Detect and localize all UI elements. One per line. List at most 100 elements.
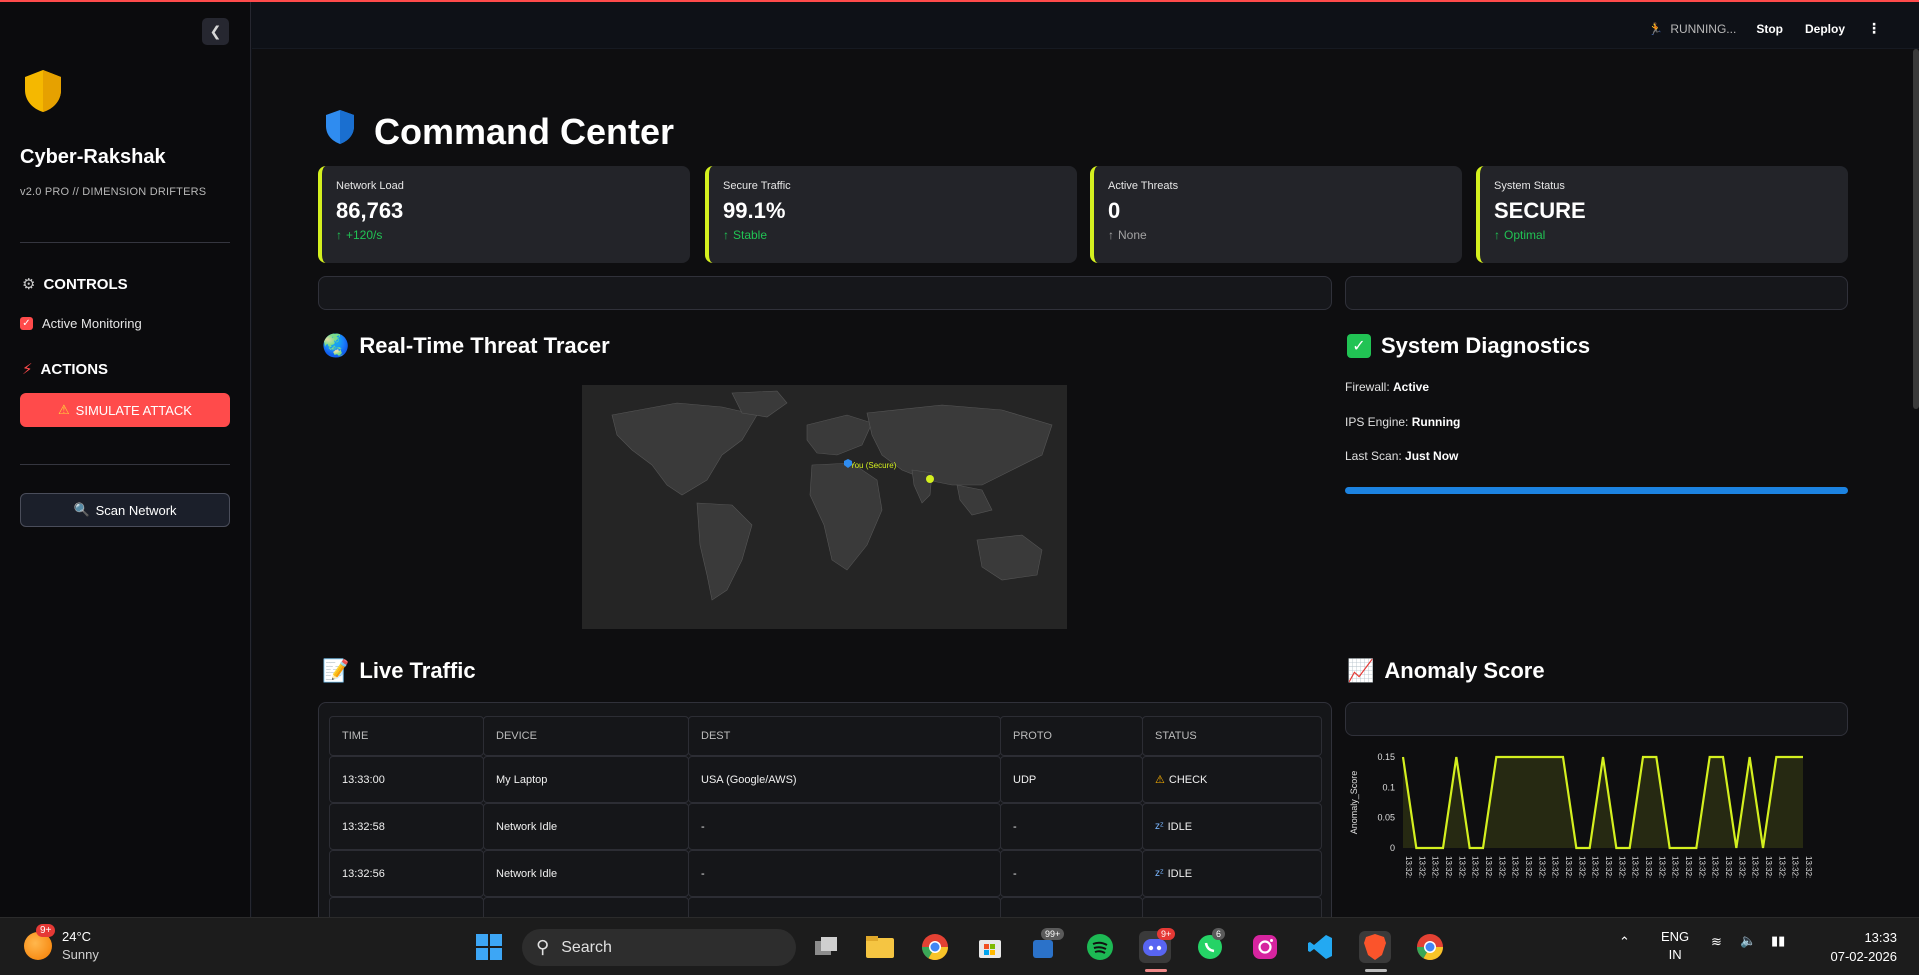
metric-network-load: Network Load 86,763 ↑ +120/s bbox=[318, 166, 690, 263]
deploy-button[interactable]: Deploy bbox=[1805, 22, 1845, 36]
x-tick-label: 13:32: bbox=[1577, 856, 1586, 878]
x-tick-label: 13:32: bbox=[1417, 856, 1426, 878]
arrow-up-icon: ↑ bbox=[723, 228, 729, 242]
x-tick-label: 13:32: bbox=[1764, 856, 1773, 878]
search-icon: ⚲ bbox=[536, 937, 550, 957]
task-view-icon[interactable] bbox=[810, 931, 842, 963]
magnifier-icon: 🔍 bbox=[73, 502, 90, 517]
chart-increasing-icon: 📈 bbox=[1347, 658, 1375, 683]
page-title-text: Command Center bbox=[374, 110, 675, 152]
x-tick-label: 13:32: bbox=[1697, 856, 1706, 878]
microsoft-store-icon[interactable] bbox=[974, 931, 1006, 963]
chevron-up-icon[interactable]: ⌃ bbox=[1619, 934, 1630, 950]
spotify-icon[interactable] bbox=[1084, 931, 1116, 963]
table-row[interactable]: 13:32:58 Network Idle - - zᶻ IDLE bbox=[329, 803, 1323, 850]
diag-key: Last Scan: bbox=[1345, 449, 1402, 463]
diag-key: IPS Engine: bbox=[1345, 415, 1409, 429]
empty-container bbox=[318, 276, 1332, 310]
battery-icon[interactable]: ▮▮ bbox=[1771, 933, 1785, 949]
cell-proto: - bbox=[1000, 850, 1143, 897]
simulate-attack-button[interactable]: ⚠ SIMULATE ATTACK bbox=[20, 393, 230, 427]
anomaly-heading-text: Anomaly Score bbox=[1384, 658, 1545, 683]
anomaly-chart[interactable]: Anomaly_Score 0.15 0.1 0.05 0 13:32: 13:32: 13:… bbox=[1345, 747, 1855, 917]
diagnostics-progress-bar bbox=[1345, 487, 1848, 494]
file-explorer-icon[interactable] bbox=[864, 931, 896, 963]
controls-heading-text: CONTROLS bbox=[43, 275, 128, 293]
column-header[interactable]: TIME bbox=[329, 716, 484, 756]
metric-value: 0 bbox=[1108, 198, 1121, 223]
cell-device: My Laptop bbox=[483, 756, 689, 803]
cell-status bbox=[1142, 897, 1322, 917]
diagnostics-heading-text: System Diagnostics bbox=[1381, 333, 1591, 358]
chrome-icon[interactable] bbox=[919, 931, 951, 963]
arrow-up-icon: ↑ bbox=[336, 228, 342, 242]
system-clock[interactable]: 13:33 07-02-2026 bbox=[1831, 928, 1898, 966]
actions-heading-text: ACTIONS bbox=[40, 360, 109, 378]
sun-icon: 9+ bbox=[24, 924, 56, 960]
column-header[interactable]: DEST bbox=[688, 716, 1001, 756]
scan-network-button[interactable]: 🔍 Scan Network bbox=[20, 493, 230, 527]
metric-active-threats: Active Threats 0 ↑ None bbox=[1090, 166, 1462, 263]
scrollbar[interactable] bbox=[1913, 49, 1919, 409]
running-status-text: RUNNING... bbox=[1670, 21, 1737, 36]
x-tick-label: 13:32: bbox=[1564, 856, 1573, 878]
warning-icon: ⚠ bbox=[58, 402, 70, 417]
diag-firewall: Firewall: Active bbox=[1345, 380, 1429, 394]
running-person-icon: 🏃 bbox=[1648, 21, 1664, 36]
x-tick-label: 13:32: bbox=[1711, 856, 1720, 878]
main-content: Command Center Network Load 86,763 ↑ +120… bbox=[252, 49, 1919, 917]
weather-widget[interactable]: 9+ 24°C Sunny bbox=[24, 924, 99, 964]
scan-network-label: Scan Network bbox=[95, 502, 177, 518]
search-placeholder: Search bbox=[561, 938, 612, 956]
weather-badge: 9+ bbox=[36, 924, 56, 937]
metric-value: 86,763 bbox=[336, 198, 404, 223]
metric-label: Network Load bbox=[336, 180, 404, 192]
diag-value: Active bbox=[1393, 380, 1430, 394]
vscode-icon[interactable] bbox=[1304, 931, 1336, 963]
column-header[interactable]: STATUS bbox=[1142, 716, 1322, 756]
diag-key: Firewall: bbox=[1345, 380, 1390, 394]
sleep-icon: zᶻ bbox=[1155, 868, 1164, 879]
arrow-up-icon: ↑ bbox=[1494, 228, 1500, 242]
memo-icon: 📝 bbox=[322, 658, 350, 683]
metric-delta: ↑ None bbox=[1108, 228, 1462, 242]
language-indicator[interactable]: ENG IN bbox=[1661, 928, 1689, 964]
column-header[interactable]: DEVICE bbox=[483, 716, 689, 756]
active-monitoring-checkbox[interactable]: ✓ Active Monitoring bbox=[20, 316, 142, 331]
x-tick-label: 13:32: bbox=[1644, 856, 1653, 878]
traffic-table[interactable]: TIME DEVICE DEST PROTO STATUS 13:33:00 M… bbox=[318, 702, 1332, 917]
main-menu-icon[interactable]: ⋮ bbox=[1867, 20, 1881, 37]
metric-delta-text: +120/s bbox=[346, 228, 383, 242]
volume-icon[interactable]: 🔈 bbox=[1740, 933, 1756, 949]
metric-secure-traffic: Secure Traffic 99.1% ↑ Stable bbox=[705, 166, 1077, 263]
taskbar-search[interactable]: ⚲ Search bbox=[522, 929, 796, 966]
x-tick-label: 13:32: bbox=[1524, 856, 1533, 878]
cell-proto: - bbox=[1000, 803, 1143, 850]
column-header[interactable]: PROTO bbox=[1000, 716, 1143, 756]
stop-button[interactable]: Stop bbox=[1756, 22, 1783, 36]
check-icon: ✓ bbox=[1347, 334, 1371, 358]
sidebar: ❮ Cyber-Rakshak v2.0 PRO // DIMENSION DR… bbox=[0, 2, 251, 917]
chrome-profile-icon[interactable] bbox=[1414, 931, 1446, 963]
shield-logo-icon bbox=[22, 68, 64, 119]
metric-value: 99.1% bbox=[723, 198, 786, 223]
checkbox-checked-icon[interactable]: ✓ bbox=[20, 317, 33, 330]
diag-ips-engine: IPS Engine: Running bbox=[1345, 415, 1460, 429]
x-tick-label: 13:32: bbox=[1804, 856, 1813, 878]
instagram-icon[interactable] bbox=[1249, 931, 1281, 963]
world-map[interactable]: You (Secure) bbox=[582, 385, 1067, 629]
table-row[interactable]: 13:33:00 My Laptop USA (Google/AWS) UDP … bbox=[329, 756, 1323, 803]
cell-dest: - bbox=[688, 803, 1001, 850]
table-row[interactable] bbox=[329, 897, 1323, 917]
brave-browser-icon[interactable] bbox=[1359, 931, 1391, 963]
gear-icon: ⚙ bbox=[22, 276, 36, 293]
cell-dest: - bbox=[688, 850, 1001, 897]
x-tick-label: 13:32: bbox=[1631, 856, 1640, 878]
table-row[interactable]: 13:32:56 Network Idle - - zᶻ IDLE bbox=[329, 850, 1323, 897]
windows-start-icon[interactable] bbox=[473, 931, 505, 963]
cell-time: 13:32:58 bbox=[329, 803, 484, 850]
wifi-icon[interactable]: ≋ bbox=[1711, 934, 1722, 950]
x-tick-label: 13:32: bbox=[1591, 856, 1600, 878]
x-tick-label: 13:32: bbox=[1484, 856, 1493, 878]
collapse-sidebar-button[interactable]: ❮ bbox=[202, 18, 229, 45]
